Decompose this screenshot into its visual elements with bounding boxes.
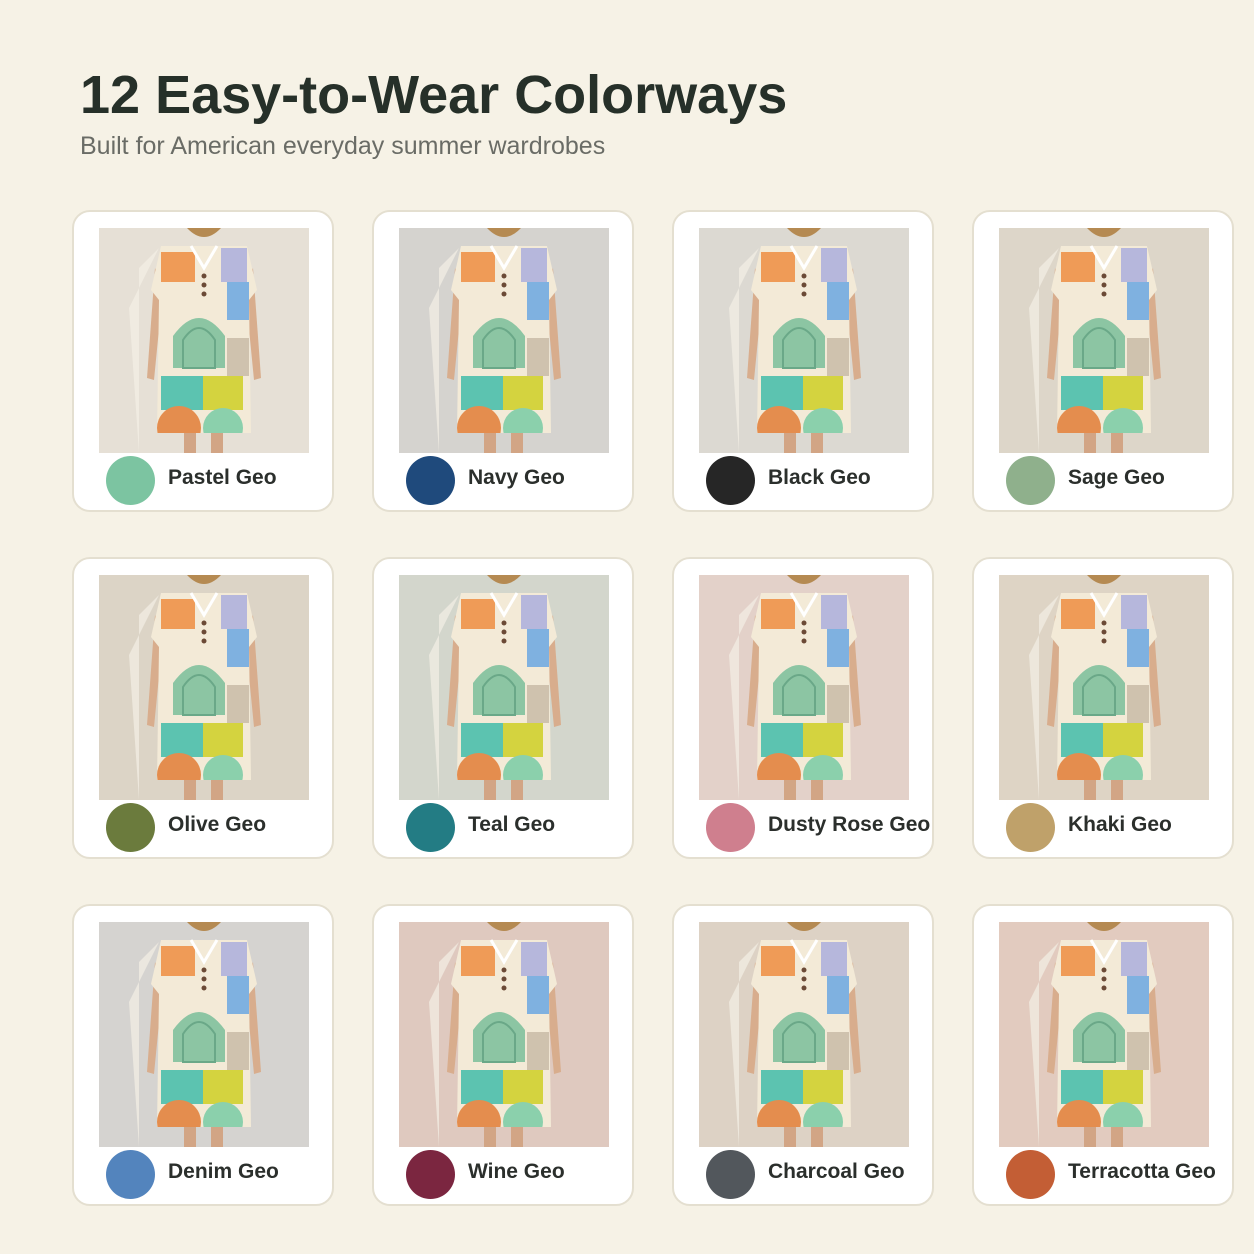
colorway-card[interactable]: Wine Geo xyxy=(372,904,634,1206)
color-swatch xyxy=(406,456,455,505)
colorway-card[interactable]: Sage Geo xyxy=(972,210,1234,512)
color-swatch xyxy=(706,803,755,852)
colorway-label: Denim Geo xyxy=(168,1160,279,1183)
colorway-card[interactable]: Charcoal Geo xyxy=(672,904,934,1206)
color-swatch xyxy=(106,456,155,505)
color-swatch xyxy=(1006,456,1055,505)
colorway-label: Terracotta Geo xyxy=(1068,1160,1216,1183)
colorway-card[interactable]: Terracotta Geo xyxy=(972,904,1234,1206)
colorway-label: Sage Geo xyxy=(1068,466,1165,489)
product-photo xyxy=(99,575,309,800)
colorway-card[interactable]: Navy Geo xyxy=(372,210,634,512)
colorway-label: Dusty Rose Geo xyxy=(768,813,931,836)
color-swatch xyxy=(706,1150,755,1199)
page-title: 12 Easy-to-Wear Colorways xyxy=(80,65,788,125)
product-photo xyxy=(399,922,609,1147)
colorway-grid: Pastel Geo Navy Geo Black Geo Sage Geo O… xyxy=(72,210,1242,1210)
colorway-label: Navy Geo xyxy=(468,466,565,489)
color-swatch xyxy=(406,1150,455,1199)
color-swatch xyxy=(106,1150,155,1199)
product-photo xyxy=(999,575,1209,800)
product-photo xyxy=(699,922,909,1147)
colorway-card[interactable]: Denim Geo xyxy=(72,904,334,1206)
colorway-label: Olive Geo xyxy=(168,813,267,836)
colorway-card[interactable]: Teal Geo xyxy=(372,557,634,859)
colorway-label: Charcoal Geo xyxy=(768,1160,905,1183)
color-swatch xyxy=(706,456,755,505)
page-subtitle: Built for American everyday summer wardr… xyxy=(80,132,606,160)
colorway-label: Khaki Geo xyxy=(1068,813,1172,836)
color-swatch xyxy=(106,803,155,852)
colorway-label: Black Geo xyxy=(768,466,871,489)
product-photo xyxy=(999,922,1209,1147)
product-photo xyxy=(399,575,609,800)
product-photo xyxy=(399,228,609,453)
colorway-label: Pastel Geo xyxy=(168,466,277,489)
product-photo xyxy=(699,575,909,800)
color-swatch xyxy=(1006,803,1055,852)
colorway-card[interactable]: Dusty Rose Geo xyxy=(672,557,934,859)
colorway-card[interactable]: Olive Geo xyxy=(72,557,334,859)
colorway-label: Teal Geo xyxy=(468,813,556,836)
colorway-label: Wine Geo xyxy=(468,1160,565,1183)
product-photo xyxy=(99,228,309,453)
product-photo xyxy=(699,228,909,453)
colorway-card[interactable]: Pastel Geo xyxy=(72,210,334,512)
colorway-card[interactable]: Black Geo xyxy=(672,210,934,512)
product-photo xyxy=(999,228,1209,453)
product-photo xyxy=(99,922,309,1147)
color-swatch xyxy=(406,803,455,852)
colorway-card[interactable]: Khaki Geo xyxy=(972,557,1234,859)
color-swatch xyxy=(1006,1150,1055,1199)
